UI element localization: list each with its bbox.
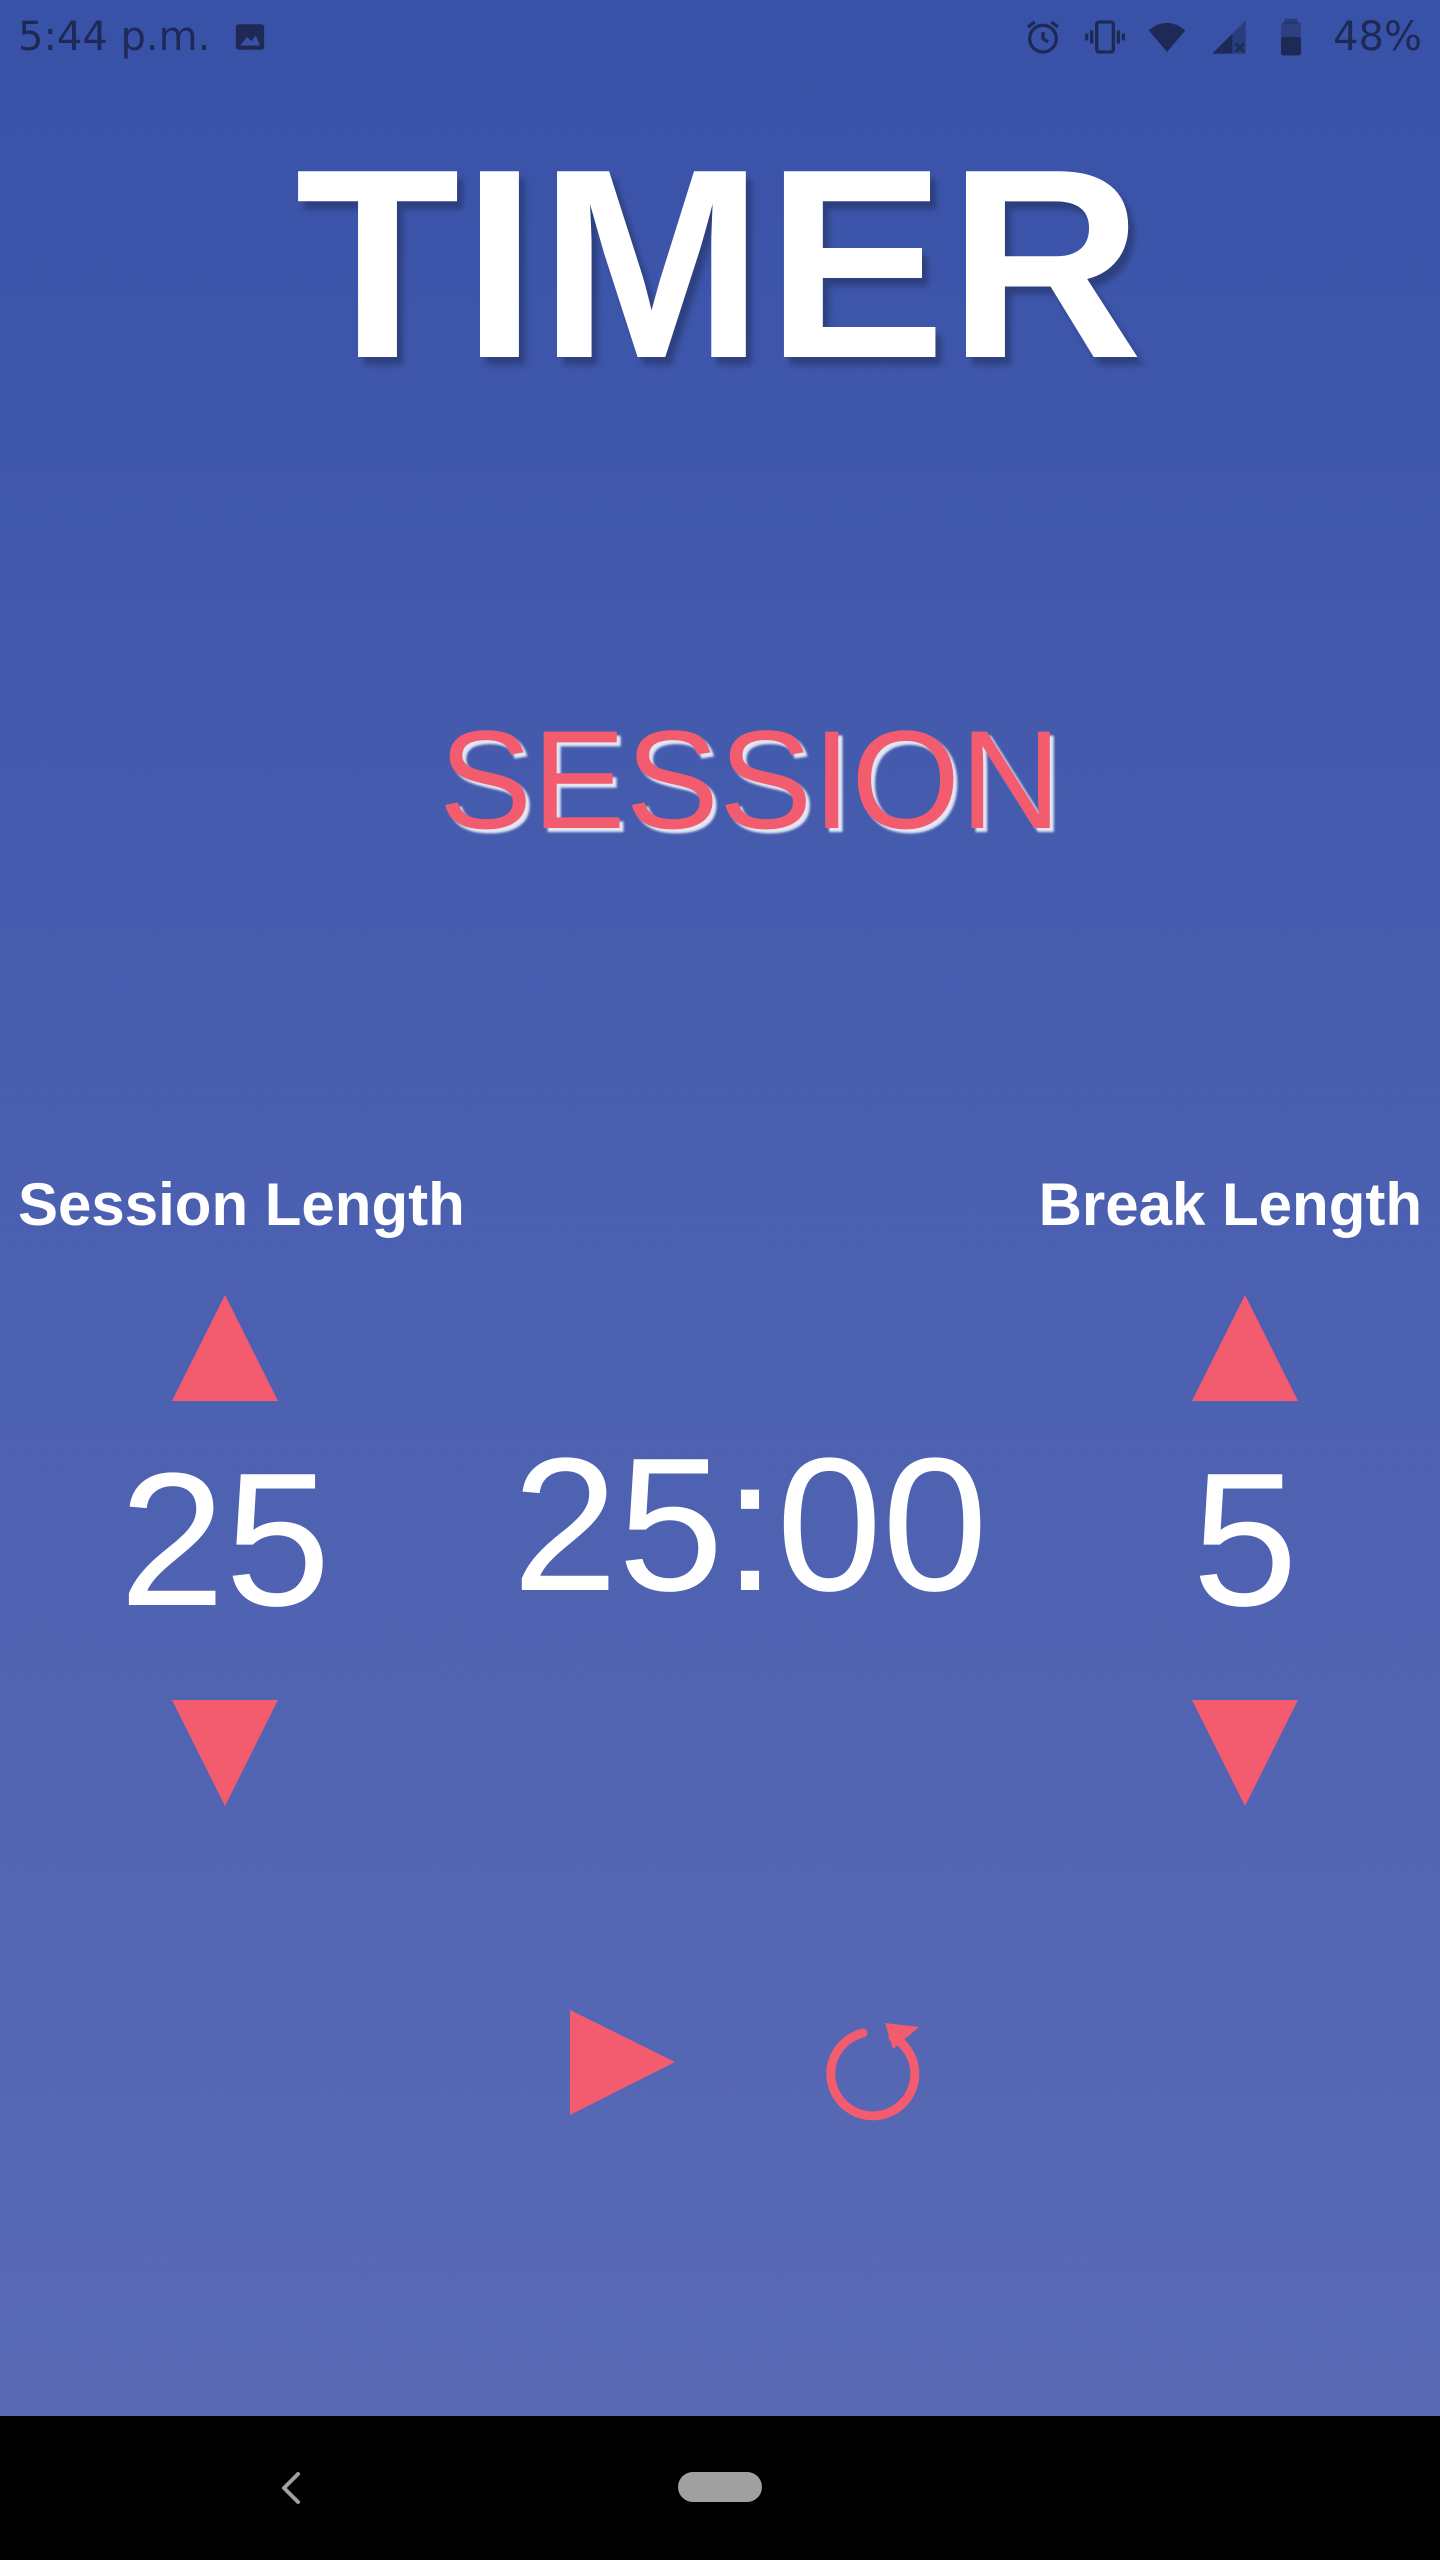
break-increment-button[interactable] (1192, 1295, 1298, 1401)
timer-display: 25:00 (512, 1419, 988, 1631)
session-increment-button[interactable] (172, 1295, 278, 1401)
reset-icon (826, 2023, 920, 2121)
wifi-icon (1147, 17, 1187, 57)
home-pill[interactable] (678, 2472, 762, 2502)
break-length-label: Break Length (1038, 1171, 1422, 1238)
status-bar: 5:44 p.m. 48% (0, 0, 1440, 74)
session-decrement-button[interactable] (172, 1700, 278, 1806)
break-decrement-button[interactable] (1192, 1700, 1298, 1806)
break-length-value: 5 (1192, 1434, 1298, 1646)
gallery-icon (232, 20, 268, 54)
navigation-bar (0, 2416, 1440, 2560)
status-icons: 48% (1023, 14, 1422, 60)
triangle-down-icon (1192, 1700, 1298, 1806)
back-icon[interactable] (270, 2466, 314, 2510)
vibrate-icon (1085, 17, 1126, 57)
mode-label: SESSION (438, 701, 1062, 858)
session-length-value: 25 (119, 1434, 331, 1646)
triangle-up-icon (172, 1295, 278, 1401)
signal-icon (1209, 17, 1249, 57)
play-icon (570, 2010, 675, 2115)
triangle-down-icon (172, 1700, 278, 1806)
triangle-up-icon (1192, 1295, 1298, 1401)
status-time: 5:44 p.m. (18, 14, 211, 60)
app-title: TIMER (295, 114, 1145, 415)
reset-button[interactable] (815, 2015, 925, 2125)
battery-icon (1271, 17, 1311, 57)
play-button[interactable] (565, 2005, 680, 2120)
alarm-icon (1023, 17, 1063, 57)
session-length-label: Session Length (18, 1171, 465, 1238)
battery-percentage: 48% (1333, 14, 1422, 60)
